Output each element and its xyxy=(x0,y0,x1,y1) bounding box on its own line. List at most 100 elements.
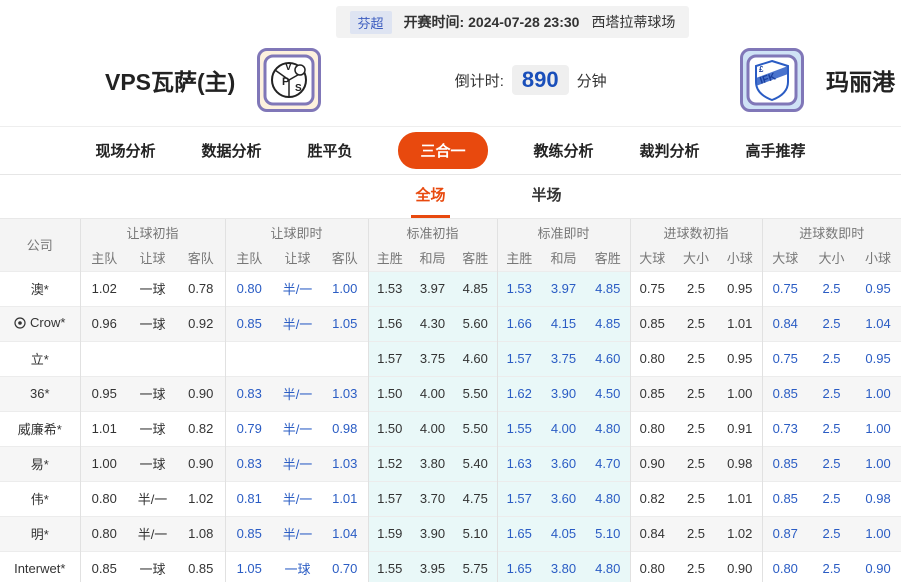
odds-cell: 1.53 xyxy=(367,271,411,306)
nav-tab-数据分析[interactable]: 数据分析 xyxy=(201,140,261,161)
sub-header-进球数初指-大球: 大球 xyxy=(629,245,674,271)
odds-page: 芬超 开赛时间: 2024-07-28 23:30 西塔拉蒂球场 VPS瓦萨(主… xyxy=(0,0,901,582)
sub-header-进球数初指-小球: 小球 xyxy=(718,245,763,271)
sub-header-标准即时-客胜: 客胜 xyxy=(586,245,630,271)
home-team-name: VPS瓦萨(主) xyxy=(105,69,236,95)
nav-tab-三合一[interactable]: 三合一 xyxy=(398,132,488,169)
odds-cell: 5.40 xyxy=(454,446,497,481)
odds-table: 公司 让球初指 让球即时 标准初指 标准即时 进球数初指 进球数即时 主队 让球 客队 主队 让球 客队… xyxy=(0,219,901,582)
odds-row-Interwet*: Interwet* 0.85 一球 0.85 1.05 一球 0.70 1.55 3.95 5.7… xyxy=(0,551,901,582)
odds-row-伟*: 伟* 0.80 半/一 1.02 0.81 半/一 1.01 1.57 3.70 4.75 1.57… xyxy=(0,481,901,516)
sub-header-进球数即时-大小: 大小 xyxy=(808,245,856,271)
odds-cell: 1.01 xyxy=(727,491,753,506)
sub-header-让球初指-让球: 让球 xyxy=(128,245,177,271)
odds-cell: 半/一 xyxy=(273,516,322,551)
nav-tab-高手推荐[interactable]: 高手推荐 xyxy=(746,140,806,161)
odds-cell: 0.85 xyxy=(761,481,809,516)
odds-cell: 半/一 xyxy=(282,282,313,297)
company-name[interactable]: 易* xyxy=(0,446,80,481)
sub-header-进球数初指-大小: 大小 xyxy=(674,245,718,271)
odds-cell: 0.95 xyxy=(727,281,753,296)
odds-cell: 0.85 xyxy=(224,516,273,551)
odds-row-立*: 立* 1.57 3.75 4.60 1.57 3.75 4.60 0.80 2.5 0.95 0.7… xyxy=(0,341,901,376)
odds-cell: 0.75 xyxy=(761,271,809,306)
odds-cell: 3.97 xyxy=(541,271,586,306)
nav-tab-裁判分析[interactable]: 裁判分析 xyxy=(640,140,700,161)
odds-cell: 1.55 xyxy=(496,411,541,446)
odds-cell: 0.90 xyxy=(865,561,891,577)
group-header-标准初指: 标准初指 xyxy=(367,219,497,245)
odds-cell: 4.15 xyxy=(541,306,586,341)
odds-cell: 0.80 xyxy=(629,551,674,582)
vps-crest-icon: V P S xyxy=(263,54,315,106)
company-name[interactable]: 威廉希* xyxy=(0,411,80,446)
group-header-进球数即时: 进球数即时 xyxy=(761,219,901,245)
company-name[interactable]: 明* xyxy=(0,516,80,551)
svg-text:£: £ xyxy=(759,65,764,74)
ifk-crest-icon: IFK £ xyxy=(746,54,798,106)
subtab-全场[interactable]: 全场 xyxy=(411,184,450,218)
company-name[interactable]: 伟* xyxy=(0,481,80,516)
odds-cell: 0.85 xyxy=(761,376,809,411)
odds-cell: 一球 xyxy=(128,306,177,341)
odds-cell: 4.00 xyxy=(541,411,586,446)
company-name[interactable]: 36* xyxy=(0,376,80,411)
odds-cell: 5.10 xyxy=(454,516,497,551)
league-badge: 芬超 xyxy=(349,10,392,34)
nav-tab-胜平负[interactable]: 胜平负 xyxy=(307,140,352,161)
odds-cell xyxy=(128,341,177,376)
odds-cell: 半/一 xyxy=(282,492,313,507)
odds-cell: 4.00 xyxy=(411,411,454,446)
odds-cell: 2.5 xyxy=(674,516,718,551)
sub-header-让球即时-让球: 让球 xyxy=(273,245,322,271)
odds-cell: 0.85 xyxy=(224,306,273,341)
odds-cell: 2.5 xyxy=(686,421,706,436)
nav-tab-教练分析[interactable]: 教练分析 xyxy=(534,140,594,161)
home-team: VPS瓦萨(主) V P S xyxy=(105,48,322,112)
odds-cell: 0.83 xyxy=(224,376,273,411)
company-name[interactable]: 澳* xyxy=(0,271,80,306)
company-name[interactable]: Crow* xyxy=(0,306,80,341)
period-subtabs: 全场 半场 xyxy=(0,175,901,219)
odds-cell: 半/一 xyxy=(137,492,168,507)
odds-cell: 0.84 xyxy=(761,306,809,341)
odds-cell: 1.00 xyxy=(865,421,891,436)
odds-cell: 2.5 xyxy=(686,491,706,506)
odds-row-澳*: 澳* 1.02 一球 0.78 0.80 半/一 1.00 1.53 3.97 4.85 1.53 3… xyxy=(0,271,901,306)
company-name[interactable]: 立* xyxy=(0,341,80,376)
odds-cell: 3.60 xyxy=(541,481,586,516)
countdown-label: 倒计时: xyxy=(454,72,504,90)
odds-cell: 1.08 xyxy=(177,516,225,551)
odds-cell: 0.83 xyxy=(224,446,273,481)
odds-cell: 半/一 xyxy=(273,446,322,481)
odds-cell: 0.87 xyxy=(761,516,809,551)
odds-cell: 一球 xyxy=(139,422,166,437)
company-name[interactable]: Interwet* xyxy=(0,551,80,582)
match-header: VPS瓦萨(主) V P S 倒计时: 890 分钟 IFK £ 玛丽港 xyxy=(0,38,901,127)
sub-header-标准初指-客胜: 客胜 xyxy=(454,245,497,271)
odds-cell: 4.85 xyxy=(586,271,630,306)
odds-cell: 1.57 xyxy=(367,481,411,516)
sub-header-进球数即时-小球: 小球 xyxy=(855,245,901,271)
odds-cell: 4.05 xyxy=(541,516,586,551)
subtab-半场[interactable]: 半场 xyxy=(528,184,566,218)
svg-text:S: S xyxy=(295,83,302,94)
odds-cell: 3.70 xyxy=(411,481,454,516)
kickoff-time: 开赛时间: 2024-07-28 23:30 xyxy=(404,12,580,32)
countdown: 倒计时: 890 分钟 xyxy=(455,65,607,95)
kickoff-value: 2024-07-28 23:30 xyxy=(468,14,580,30)
odds-cell: 1.57 xyxy=(367,341,411,376)
odds-cell xyxy=(79,341,128,376)
nav-tab-现场分析[interactable]: 现场分析 xyxy=(95,140,155,161)
odds-row-易*: 易* 1.00 一球 0.90 0.83 半/一 1.03 1.52 3.80 5.40 1.63 3… xyxy=(0,446,901,481)
odds-cell: 0.80 xyxy=(629,411,674,446)
odds-cell: 2.5 xyxy=(674,446,718,481)
odds-cell: 1.01 xyxy=(79,411,128,446)
sub-header-进球数即时-大球: 大球 xyxy=(761,245,809,271)
odds-cell: 0.98 xyxy=(865,491,891,506)
odds-cell: 0.95 xyxy=(727,351,753,366)
odds-cell: 0.78 xyxy=(188,281,214,296)
odds-cell: 1.50 xyxy=(367,411,411,446)
odds-cell: 1.00 xyxy=(855,516,901,551)
odds-cell: 0.81 xyxy=(224,481,273,516)
